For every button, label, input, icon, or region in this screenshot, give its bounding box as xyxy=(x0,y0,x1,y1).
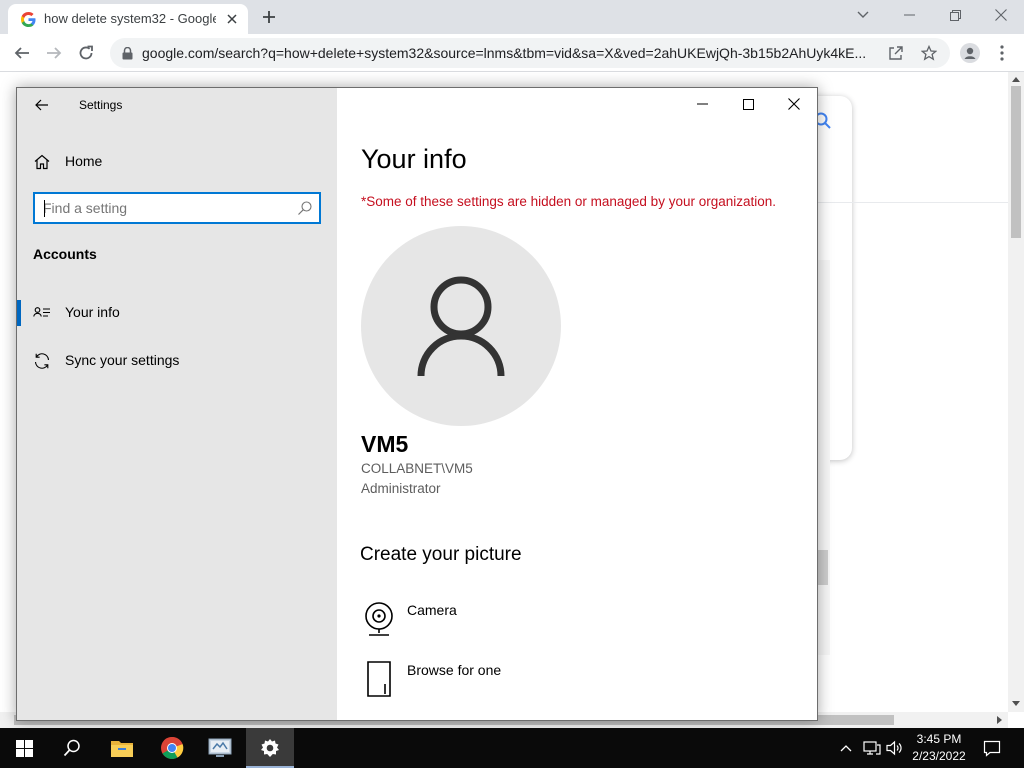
action-center-icon[interactable] xyxy=(980,728,1004,768)
browser-tab[interactable]: how delete system32 - Google Se xyxy=(8,4,248,34)
user-account-type: Administrator xyxy=(361,481,441,496)
browser-restore-icon[interactable] xyxy=(932,0,978,30)
taskbar-search-icon[interactable] xyxy=(48,728,96,768)
window-close-icon[interactable] xyxy=(771,88,817,120)
share-icon[interactable] xyxy=(887,44,905,62)
browser-minimize-icon[interactable] xyxy=(886,0,932,30)
nav-item-label: Sync your settings xyxy=(65,352,180,368)
nav-home-label: Home xyxy=(65,153,103,169)
network-icon[interactable] xyxy=(860,728,884,768)
search-icon[interactable] xyxy=(297,200,315,218)
settings-back-button[interactable] xyxy=(29,94,55,116)
nav-item-your-info[interactable]: Your info xyxy=(17,293,337,333)
webcam-icon xyxy=(361,600,397,640)
contact-card-icon xyxy=(33,304,51,322)
camera-option-label: Camera xyxy=(407,602,457,618)
window-maximize-icon[interactable] xyxy=(725,88,771,120)
text-caret xyxy=(44,200,45,217)
clock-date: 2/23/2022 xyxy=(912,749,966,763)
control-panel-icon[interactable] xyxy=(196,728,244,768)
user-silhouette-icon xyxy=(411,271,511,381)
profile-avatar-icon[interactable] xyxy=(958,41,982,65)
find-setting-search-box[interactable] xyxy=(33,192,321,224)
start-windows-icon[interactable] xyxy=(0,728,48,768)
camera-option[interactable]: Camera xyxy=(361,600,781,646)
close-tab-icon[interactable] xyxy=(224,11,240,27)
browser-tab-strip: how delete system32 - Google Se xyxy=(0,0,1024,34)
page-vertical-scroll-thumb[interactable] xyxy=(1011,86,1021,238)
nav-item-sync-settings[interactable]: Sync your settings xyxy=(17,341,337,381)
browser-menu-icon[interactable] xyxy=(992,41,1012,65)
sync-icon xyxy=(33,352,51,370)
results-divider xyxy=(818,202,1008,203)
new-tab-icon[interactable] xyxy=(258,6,280,28)
volume-icon[interactable] xyxy=(884,728,906,768)
browse-option-label: Browse for one xyxy=(407,662,502,678)
nav-section-heading: Accounts xyxy=(33,246,97,262)
back-arrow-icon[interactable] xyxy=(10,41,34,65)
create-picture-heading: Create your picture xyxy=(360,544,522,565)
reload-icon[interactable] xyxy=(74,41,98,65)
nav-home[interactable]: Home xyxy=(17,142,337,182)
url-text[interactable]: google.com/search?q=how+delete+system32&… xyxy=(142,45,877,61)
back-arrow-icon xyxy=(35,99,49,111)
forward-arrow-icon[interactable] xyxy=(42,41,66,65)
scroll-right-arrow-icon[interactable] xyxy=(994,714,1004,726)
tab-title: how delete system32 - Google Se xyxy=(44,11,216,26)
browse-option[interactable]: Browse for one xyxy=(361,660,781,706)
results-inner-scroll-thumb[interactable] xyxy=(818,550,828,585)
organization-managed-notice: *Some of these settings are hidden or ma… xyxy=(361,194,777,209)
windows-taskbar: 3:45 PM 2/23/2022 xyxy=(0,728,1024,768)
nav-item-label: Your info xyxy=(65,304,120,320)
file-icon xyxy=(361,660,397,700)
page-title: Your info xyxy=(361,144,467,174)
chrome-taskbar-icon[interactable] xyxy=(148,728,196,768)
browser-toolbar: google.com/search?q=how+delete+system32&… xyxy=(0,34,1024,72)
file-explorer-icon[interactable] xyxy=(98,728,146,768)
scroll-up-arrow-icon[interactable] xyxy=(1010,74,1022,84)
window-minimize-icon[interactable] xyxy=(679,88,725,120)
settings-taskbar-icon[interactable] xyxy=(246,728,294,768)
window-title: Settings xyxy=(79,98,123,112)
show-hidden-icons-chevron-icon[interactable] xyxy=(836,728,856,768)
lock-icon[interactable] xyxy=(120,46,134,60)
settings-nav-pane: Settings Home Accounts Your info xyxy=(17,88,337,720)
tab-search-chevron-icon[interactable] xyxy=(840,0,886,30)
user-domain-account: COLLABNET\VM5 xyxy=(361,461,473,476)
scroll-down-arrow-icon[interactable] xyxy=(1010,698,1022,708)
avatar xyxy=(361,226,561,426)
results-inner-scrollbar[interactable] xyxy=(816,260,830,655)
bookmark-star-icon[interactable] xyxy=(920,44,938,62)
user-display-name: VM5 xyxy=(361,431,409,457)
clock-time: 3:45 PM xyxy=(916,732,962,746)
settings-content-pane: Your info *Some of these settings are hi… xyxy=(337,88,817,720)
taskbar-clock[interactable]: 3:45 PM 2/23/2022 xyxy=(904,731,974,765)
google-favicon-icon xyxy=(20,11,36,27)
browser-close-icon[interactable] xyxy=(978,0,1024,30)
home-icon xyxy=(33,153,51,171)
find-setting-input[interactable] xyxy=(43,199,293,217)
settings-window: Settings Home Accounts Your info xyxy=(16,87,818,721)
address-bar[interactable]: google.com/search?q=how+delete+system32&… xyxy=(110,38,950,68)
selected-indicator xyxy=(17,300,21,326)
